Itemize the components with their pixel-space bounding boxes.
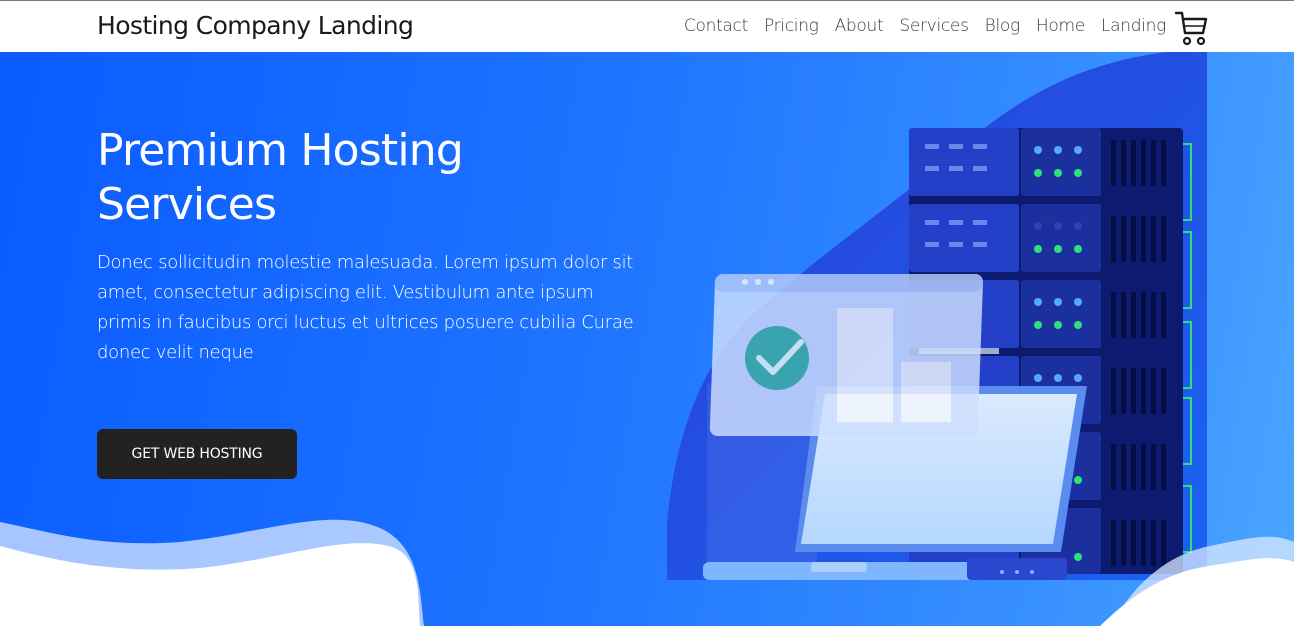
brand-title[interactable]: Hosting Company Landing <box>97 11 414 40</box>
nav-link-landing[interactable]: Landing <box>1101 16 1166 36</box>
cart-icon[interactable] <box>1174 7 1208 47</box>
wave-left-decoration <box>0 519 424 626</box>
navbar: Hosting Company Landing Contact Pricing … <box>0 0 1294 52</box>
hero-title: Premium Hosting Services <box>97 125 464 230</box>
nav-link-about[interactable]: About <box>835 16 884 36</box>
hero-description: Donec sollicitudin molestie malesuada. L… <box>97 252 634 363</box>
hero-section: Premium Hosting Services Donec sollicitu… <box>0 52 1294 626</box>
nav-link-services[interactable]: Services <box>899 16 969 36</box>
nav-link-blog[interactable]: Blog <box>985 16 1021 36</box>
get-web-hosting-button[interactable]: GET WEB HOSTING <box>97 429 297 479</box>
nav-link-home[interactable]: Home <box>1036 16 1085 36</box>
wave-right-decoration <box>1100 536 1294 626</box>
nav-link-pricing[interactable]: Pricing <box>764 16 819 36</box>
nav-links: Contact Pricing About Services Blog Home… <box>668 16 1166 36</box>
nav-link-contact[interactable]: Contact <box>684 16 748 36</box>
